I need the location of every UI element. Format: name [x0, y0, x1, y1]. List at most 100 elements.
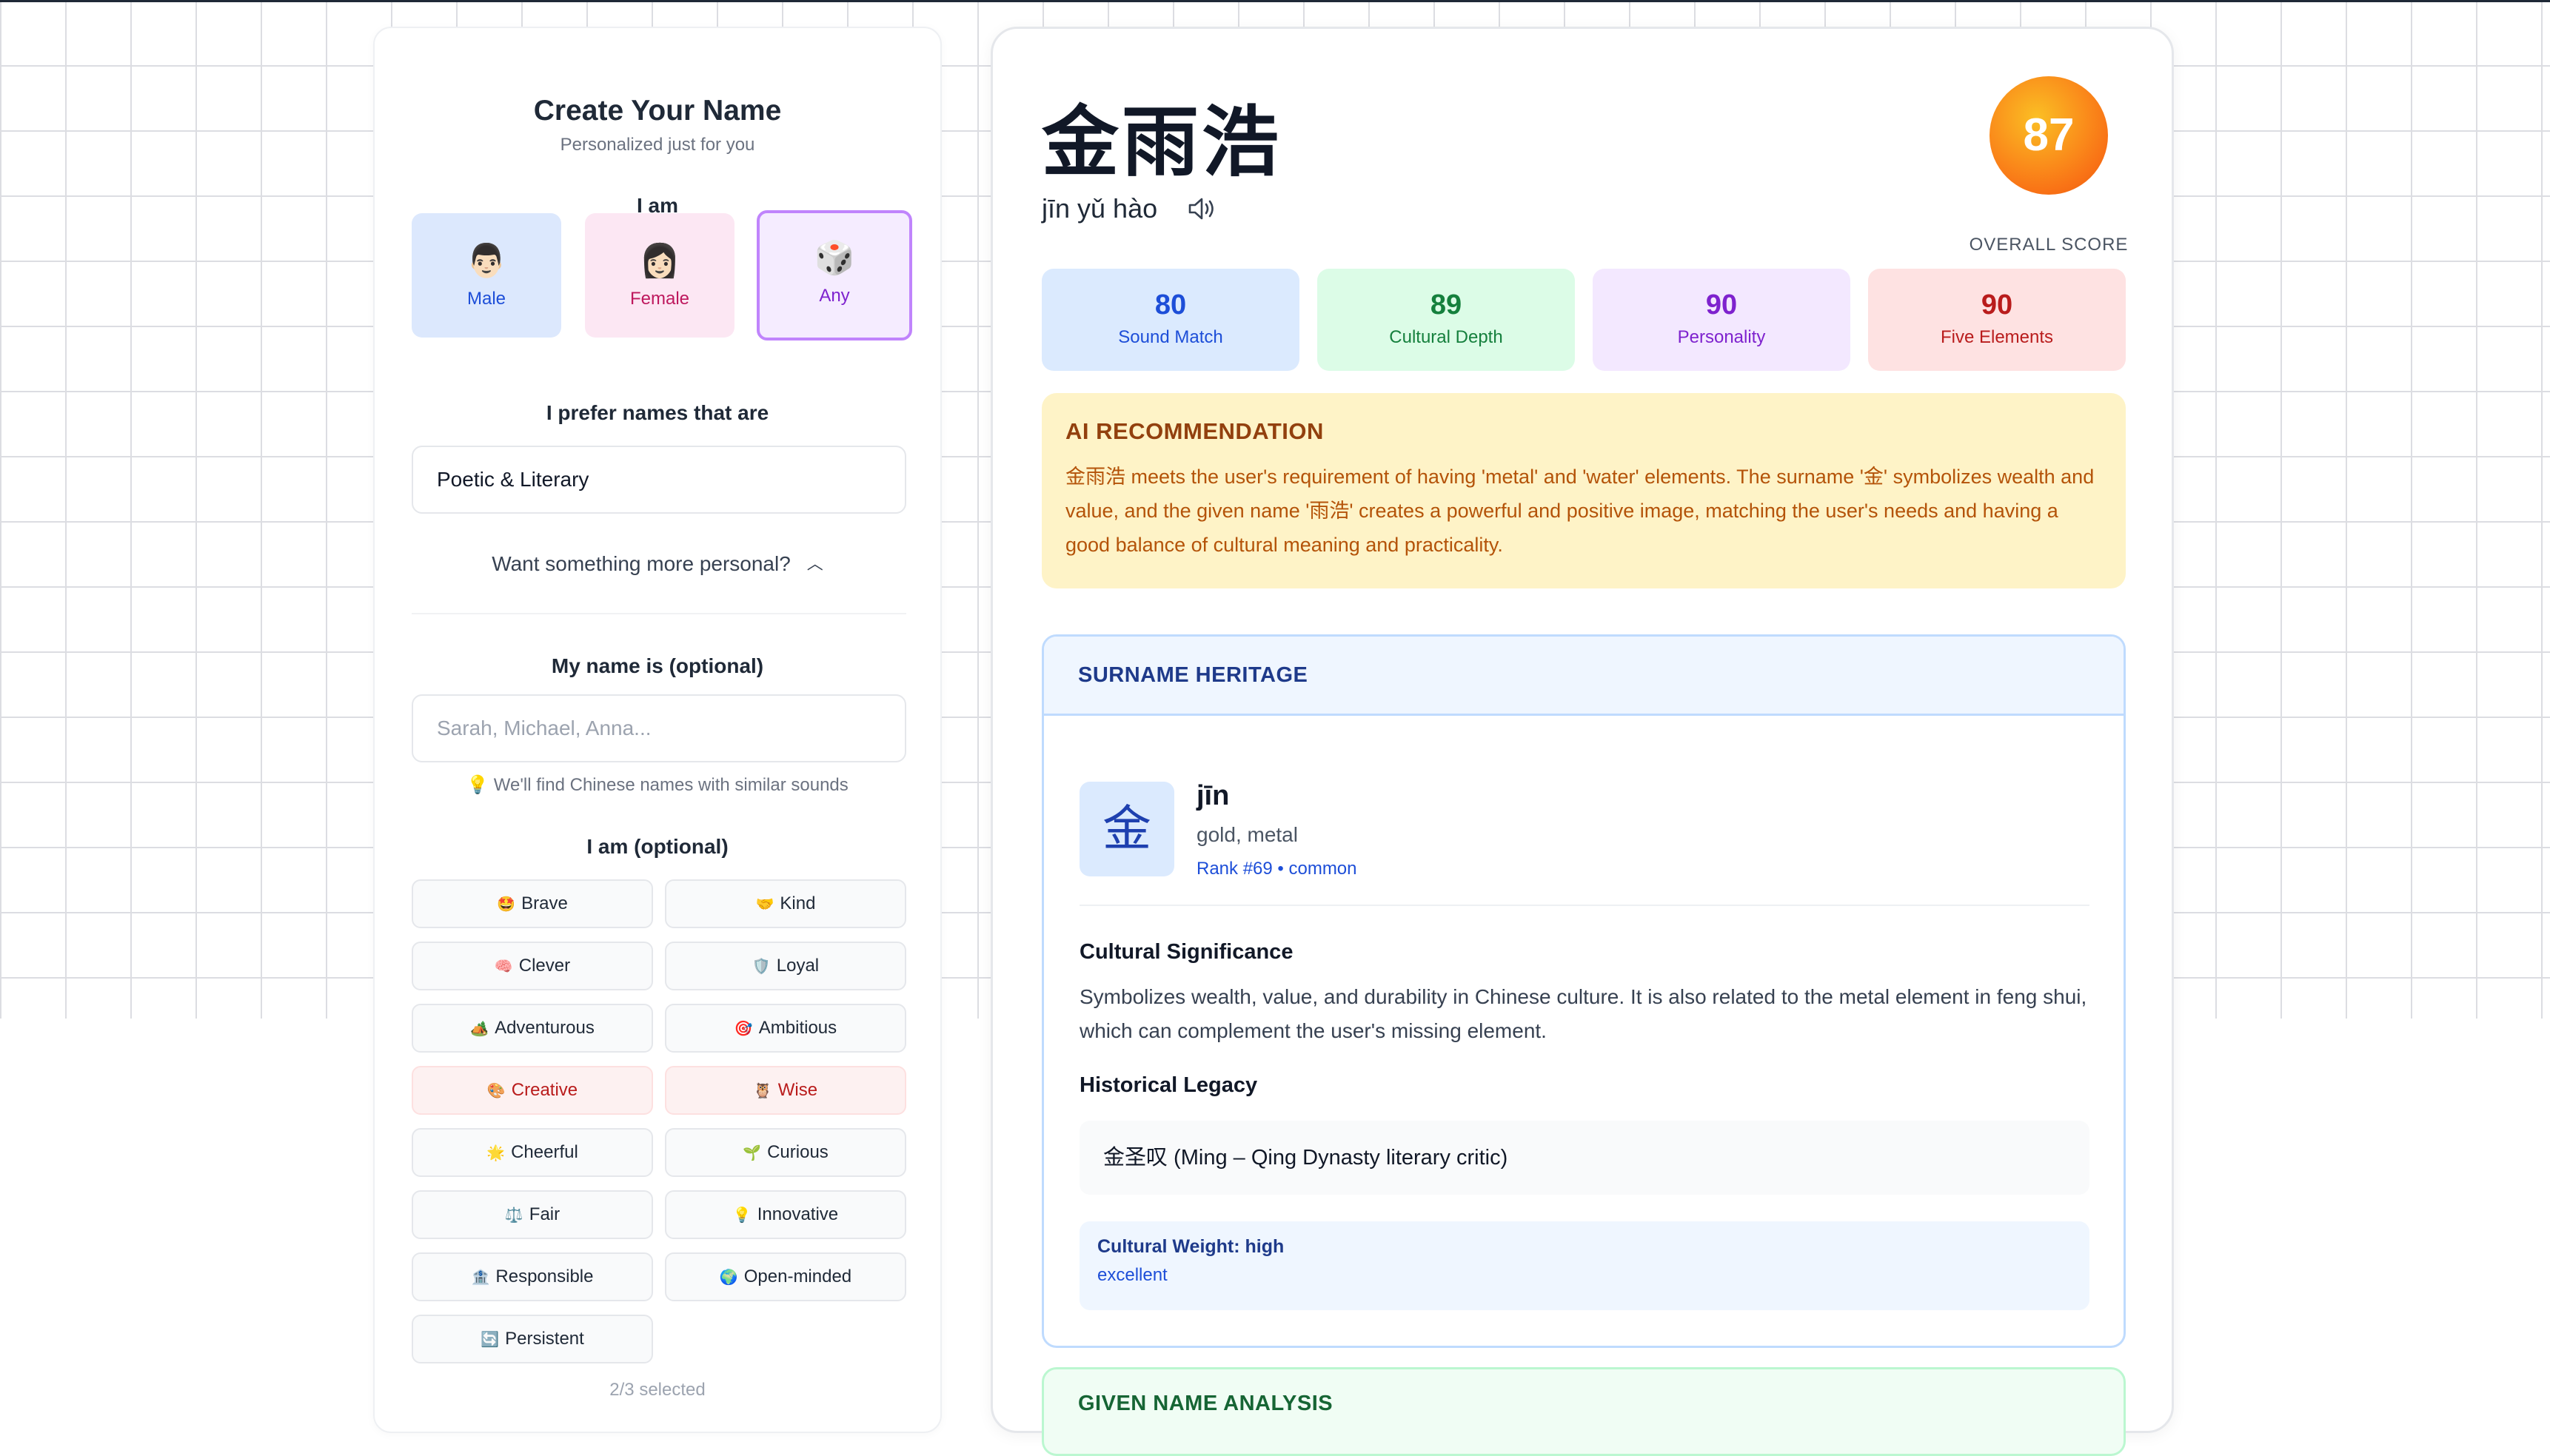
trait-icon: 🛡️: [752, 959, 771, 975]
gender-male-label: Male: [466, 289, 506, 309]
more-personal-label: Want something more personal?: [492, 552, 791, 575]
trait-label: Open-minded: [743, 1267, 852, 1286]
metric-label: Five Elements: [1940, 327, 2054, 347]
trait-chip-clever[interactable]: 🧠 Clever: [412, 942, 653, 990]
cultural-significance-title: Cultural Significance: [1080, 940, 1294, 964]
trait-label: Responsible: [495, 1267, 594, 1286]
ai-recommendation-box: AI RECOMMENDATION 金雨浩 meets the user's r…: [1042, 393, 2126, 588]
gender-male-button[interactable]: 👨🏻 Male: [412, 213, 561, 338]
overall-score-badge: 87: [1990, 76, 2108, 195]
selected-count: 2/3 selected: [609, 1380, 706, 1400]
gender-any-button[interactable]: 🎲 Any: [757, 210, 912, 340]
trait-icon: 🌍: [719, 1269, 738, 1286]
cultural-significance-text: Symbolizes wealth, value, and durability…: [1080, 985, 2087, 1042]
gender-female-label: Female: [629, 289, 690, 309]
historical-legacy-title: Historical Legacy: [1080, 1073, 1258, 1097]
trait-chip-curious[interactable]: 🌱 Curious: [665, 1128, 906, 1177]
traits-label: I am (optional): [586, 835, 729, 858]
trait-label: Cheerful: [511, 1142, 578, 1162]
heritage-divider: [1080, 905, 2089, 906]
trait-chip-adventurous[interactable]: 🏕️ Adventurous: [412, 1004, 653, 1053]
surname-rank: Rank #69 • common: [1197, 859, 1357, 879]
trait-chip-brave[interactable]: 🤩 Brave: [412, 879, 653, 928]
cultural-weight-value: excellent: [1097, 1265, 1168, 1285]
ai-recommendation-title: AI RECOMMENDATION: [1065, 418, 1324, 444]
trait-icon: 🤝: [755, 896, 774, 913]
trait-chip-kind[interactable]: 🤝 Kind: [665, 879, 906, 928]
trait-icon: 🏦: [471, 1269, 490, 1286]
trait-chip-wise[interactable]: 🦉 Wise: [665, 1066, 906, 1115]
trait-icon: 🎨: [486, 1083, 506, 1099]
cultural-weight-title: Cultural Weight: high: [1097, 1236, 1285, 1257]
surname-character: 金: [1080, 782, 1174, 876]
form-subtitle: Personalized just for you: [560, 135, 755, 155]
trait-label: Curious: [767, 1142, 829, 1162]
trait-chip-fair[interactable]: ⚖️ Fair: [412, 1190, 653, 1239]
trait-chip-ambitious[interactable]: 🎯 Ambitious: [665, 1004, 906, 1053]
trait-label: Persistent: [505, 1329, 584, 1349]
trait-label: Brave: [521, 893, 568, 913]
cultural-weight-box: Cultural Weight: high excellent: [1080, 1221, 2089, 1310]
trait-icon: 🧠: [494, 959, 513, 975]
ai-recommendation-text: 金雨浩 meets the user's requirement of havi…: [1065, 466, 2095, 556]
trait-chip-responsible[interactable]: 🏦 Responsible: [412, 1252, 653, 1301]
trait-label: Creative: [511, 1080, 578, 1100]
name-result-panel: 金雨浩 jīn yǔ hào 87 OVERALL SCORE 80 Sound…: [991, 27, 2174, 1456]
trait-label: Adventurous: [495, 1018, 595, 1038]
style-select[interactable]: Poetic & Literary: [412, 446, 906, 514]
surname-heritage-card: SURNAME HERITAGE 金 jīn gold, metal Rank …: [1042, 634, 2126, 1348]
overall-score-label: OVERALL SCORE: [1969, 235, 2129, 255]
my-name-hint: 💡 We'll find Chinese names with similar …: [466, 775, 849, 795]
metric-value: 80: [1154, 289, 1187, 321]
chevron-up-icon: ︿: [806, 554, 823, 573]
metric-cultural-depth: 89 Cultural Depth: [1317, 269, 1575, 371]
my-name-input[interactable]: Sarah, Michael, Anna...: [412, 694, 906, 762]
trait-icon: 🎯: [734, 1021, 753, 1037]
trait-label: Innovative: [757, 1204, 839, 1224]
section-divider: [412, 613, 906, 614]
trait-label: Loyal: [776, 956, 820, 976]
woman-emoji-icon: 👩🏻: [639, 243, 680, 279]
trait-label: Clever: [518, 956, 571, 976]
trait-chip-creative[interactable]: 🎨 Creative: [412, 1066, 653, 1115]
trait-icon: 🤩: [497, 896, 516, 913]
name-form-panel: Create Your Name Personalized just for y…: [373, 27, 942, 1433]
gender-any-label: Any: [819, 286, 850, 306]
gender-female-button[interactable]: 👩🏻 Female: [585, 213, 734, 338]
speaker-icon[interactable]: [1187, 196, 1217, 228]
metric-value: 89: [1430, 289, 1462, 321]
trait-icon: 🌱: [743, 1145, 762, 1161]
trait-label: Ambitious: [758, 1018, 837, 1038]
metric-label: Sound Match: [1118, 327, 1223, 347]
trait-icon: 🏕️: [470, 1021, 489, 1037]
trait-chip-loyal[interactable]: 🛡️ Loyal: [665, 942, 906, 990]
trait-label: Kind: [780, 893, 816, 913]
metric-value: 90: [1981, 289, 2013, 321]
style-label: I prefer names that are: [546, 401, 769, 424]
surname-pinyin: jīn: [1197, 780, 1230, 811]
trait-label: Fair: [529, 1204, 560, 1224]
man-emoji-icon: 👨🏻: [466, 243, 507, 279]
trait-icon: 🦉: [753, 1083, 772, 1099]
chinese-name: 金雨浩: [1042, 97, 1282, 187]
trait-chip-persistent[interactable]: 🔄 Persistent: [412, 1315, 653, 1363]
more-personal-toggle[interactable]: Want something more personal? ︿: [375, 551, 940, 576]
trait-label: Wise: [777, 1080, 818, 1100]
top-border: [0, 0, 2550, 2]
historical-legacy-item: 金圣叹 (Ming – Qing Dynasty literary critic…: [1080, 1121, 2089, 1195]
form-title: Create Your Name: [533, 95, 782, 127]
surname-meaning: gold, metal: [1197, 823, 1298, 846]
surname-heritage-title: SURNAME HERITAGE: [1044, 637, 2124, 716]
trait-icon: 🔄: [481, 1332, 500, 1348]
name-pinyin: jīn yǔ hào: [1042, 193, 1158, 224]
trait-chip-open-minded[interactable]: 🌍 Open-minded: [665, 1252, 906, 1301]
metric-personality: 90 Personality: [1593, 269, 1850, 371]
metric-five-elements: 90 Five Elements: [1868, 269, 2126, 371]
trait-icon: ⚖️: [504, 1207, 523, 1224]
my-name-label: My name is (optional): [551, 654, 764, 677]
trait-icon: 💡: [732, 1207, 752, 1224]
trait-chip-cheerful[interactable]: 🌟 Cheerful: [412, 1128, 653, 1177]
trait-chip-innovative[interactable]: 💡 Innovative: [665, 1190, 906, 1239]
given-name-analysis-card: GIVEN NAME ANALYSIS: [1042, 1367, 2126, 1456]
metric-sound-match: 80 Sound Match: [1042, 269, 1299, 371]
